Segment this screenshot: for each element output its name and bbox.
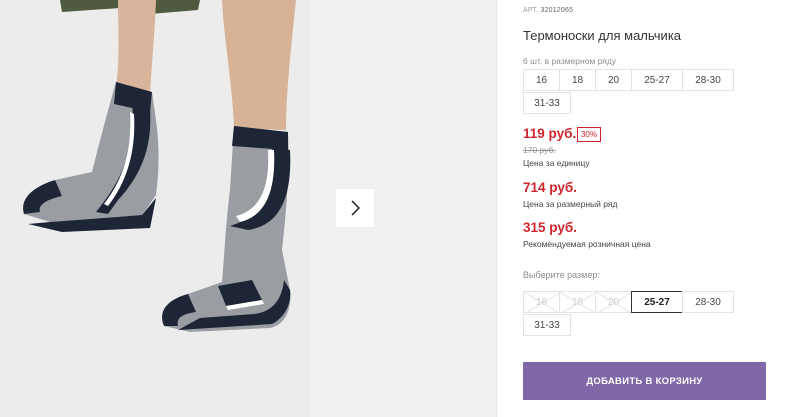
strikethrough-icon [524,292,559,312]
pack-size-chip: 31-33 [523,92,571,114]
product-gallery [0,0,496,417]
size-option-disabled: 16 [523,291,560,313]
gallery-next-button[interactable] [336,189,374,227]
pack-hint: 6 шт. в размерном ряду [523,56,617,66]
retail-price: 315 руб. [523,220,577,235]
discount-badge: 30% [577,127,601,142]
set-price-label: Цена за размерный ряд [523,199,618,209]
pack-size-chip: 18 [559,69,596,91]
strikethrough-icon [560,292,595,312]
set-price: 714 руб. [523,180,577,195]
size-option-disabled: 20 [595,291,632,313]
size-option[interactable]: 31-33 [523,314,571,336]
size-select-hint: Выберите размер: [523,270,600,280]
pack-size-chip: 16 [523,69,560,91]
pack-size-chip: 28-30 [682,69,734,91]
unit-price: 119 руб. [523,126,577,141]
article-value: 32012065 [540,7,574,14]
article-number: АРТ. 32012065 [523,7,573,14]
vertical-divider [496,0,497,417]
size-option-disabled: 18 [559,291,596,313]
chevron-right-icon [351,200,361,216]
old-price: 170 руб. [523,145,556,155]
product-photo [0,0,496,417]
pack-size-chip: 25-27 [631,69,683,91]
product-title: Термоноски для мальчика [523,28,682,43]
size-option[interactable]: 28-30 [682,291,734,313]
pack-size-chip: 20 [595,69,632,91]
article-label: АРТ. [523,7,539,14]
strikethrough-icon [596,292,631,312]
add-to-cart-button[interactable]: ДОБАВИТЬ В КОРЗИНУ [523,362,766,400]
retail-price-label: Рекомендуемая розничная цена [523,239,651,249]
size-option-selected[interactable]: 25-27 [631,291,683,313]
unit-price-label: Цена за единицу [523,158,590,168]
